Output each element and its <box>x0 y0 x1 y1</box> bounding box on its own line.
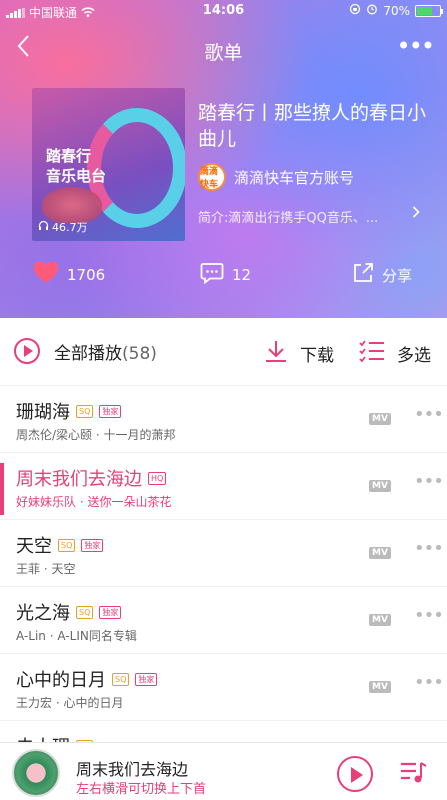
sq-badge: SQ <box>76 404 94 418</box>
song-title: 心中的日月 <box>16 670 106 691</box>
song-row-playing[interactable]: 周末我们去海边 HQ 好妹妹乐队 · 送你一朵山茶花 MV ••• <box>0 453 447 520</box>
playlist-title: 踏春行丨那些撩人的春日小曲儿 <box>198 102 427 150</box>
headphones-icon <box>38 220 49 234</box>
song-options-button[interactable]: ••• <box>414 538 444 559</box>
song-row[interactable]: 光之海 SQ 独家 A-Lin · A-LIN同名专辑 MV ••• <box>0 587 447 654</box>
play-count: 46.7万 <box>38 219 88 235</box>
play-button[interactable] <box>337 756 373 792</box>
hq-badge: HQ <box>148 471 167 485</box>
owner-avatar: 滴滴快车 <box>198 163 226 191</box>
song-meta: 好妹妹乐队 · 送你一朵山茶花 <box>16 495 172 509</box>
exclusive-badge: 独家 <box>99 605 122 619</box>
mv-button[interactable]: MV <box>369 547 391 559</box>
share-icon <box>352 262 374 288</box>
like-button[interactable]: 1706 <box>33 261 106 288</box>
page-title: 歌单 <box>204 42 243 64</box>
mv-button[interactable]: MV <box>369 480 391 492</box>
exclusive-badge: 独家 <box>99 404 122 418</box>
comment-count: 12 <box>232 266 252 284</box>
song-title: 光之海 <box>16 603 70 624</box>
playlist-actions: 1706 12 分享 <box>0 261 447 298</box>
now-playing-title: 周末我们去海边 <box>76 760 189 779</box>
queue-icon <box>401 762 427 783</box>
play-circle-icon <box>14 338 40 364</box>
now-playing-hint: 左右横滑可切换上下首 <box>76 782 207 797</box>
multi-select-label: 多选 <box>397 346 431 366</box>
song-title: 周末我们去海边 <box>16 469 142 490</box>
battery-percent: 70% <box>383 3 410 18</box>
song-options-button[interactable]: ••• <box>414 605 444 626</box>
song-title: 珊瑚海 <box>16 402 70 423</box>
status-bar: 中国联通 14:06 70% <box>0 0 447 22</box>
comment-button[interactable]: 12 <box>200 262 251 288</box>
download-icon <box>264 339 288 368</box>
song-row[interactable]: 心中的日月 SQ 独家 王力宏 · 心中的日月 MV ••• <box>0 654 447 721</box>
play-all-button[interactable]: 全部播放(58) <box>14 338 157 364</box>
song-meta: 王菲 · 天空 <box>16 562 76 576</box>
owner-name: 滴滴快车官方账号 <box>234 168 355 187</box>
mv-button[interactable]: MV <box>369 681 391 693</box>
playlist-owner[interactable]: 滴滴快车 滴滴快车官方账号 <box>198 163 354 191</box>
cover-text: 踏春行 音乐电台 <box>46 147 107 185</box>
playlist-intro[interactable]: 简介:滴滴出行携手QQ音乐、... <box>198 206 420 226</box>
playlist-header: 中国联通 14:06 70% 歌单 ••• 踏春行 音乐电台 46.7万 踏春行… <box>0 0 447 318</box>
song-options-button[interactable]: ••• <box>414 404 444 425</box>
exclusive-badge: 独家 <box>81 538 104 552</box>
playlist-cover[interactable]: 踏春行 音乐电台 46.7万 <box>32 88 185 241</box>
heart-icon <box>33 261 59 288</box>
song-row[interactable]: 天空 SQ 独家 王菲 · 天空 MV ••• <box>0 520 447 587</box>
mv-button[interactable]: MV <box>369 614 391 626</box>
rotation-lock-icon <box>349 3 361 18</box>
play-all-label: 全部播放 <box>54 343 122 364</box>
nav-bar: 歌单 ••• <box>0 30 447 70</box>
song-options-button[interactable]: ••• <box>414 672 444 693</box>
song-meta: A-Lin · A-LIN同名专辑 <box>16 629 137 643</box>
now-playing-artwork[interactable] <box>12 749 60 797</box>
song-count: (58) <box>122 343 157 364</box>
playlist-queue-button[interactable] <box>400 760 428 790</box>
multi-select-button[interactable]: 多选 <box>359 339 431 368</box>
exclusive-badge: 独家 <box>135 672 158 686</box>
song-meta: 王力宏 · 心中的日月 <box>16 696 124 710</box>
sq-badge: SQ <box>112 672 130 686</box>
battery-icon <box>415 4 443 17</box>
sq-badge: SQ <box>76 605 94 619</box>
more-options-button[interactable]: ••• <box>397 32 435 60</box>
download-label: 下载 <box>300 346 334 366</box>
song-meta: 周杰伦/梁心颐 · 十一月的萧邦 <box>16 428 176 442</box>
share-button[interactable]: 分享 <box>352 262 412 288</box>
multi-select-icon <box>359 339 385 368</box>
cover-art-leaf <box>42 187 102 223</box>
download-button[interactable]: 下载 <box>264 339 334 368</box>
mini-player[interactable]: 周末我们去海边 左右横滑可切换上下首 <box>0 742 447 800</box>
song-options-button[interactable]: ••• <box>414 471 444 492</box>
song-title: 天空 <box>16 536 52 557</box>
mv-button[interactable]: MV <box>369 413 391 425</box>
song-list: 珊瑚海 SQ 独家 周杰伦/梁心颐 · 十一月的萧邦 MV ••• 周末我们去海边 H… <box>0 386 447 788</box>
like-count: 1706 <box>67 266 106 284</box>
alarm-icon <box>366 3 378 18</box>
share-label: 分享 <box>382 266 413 285</box>
comment-icon <box>200 262 224 288</box>
song-row[interactable]: 珊瑚海 SQ 独家 周杰伦/梁心颐 · 十一月的萧邦 MV ••• <box>0 386 447 453</box>
sq-badge: SQ <box>58 538 76 552</box>
chevron-right-icon <box>412 206 420 222</box>
list-toolbar: 全部播放(58) 下载 多选 <box>0 318 447 386</box>
